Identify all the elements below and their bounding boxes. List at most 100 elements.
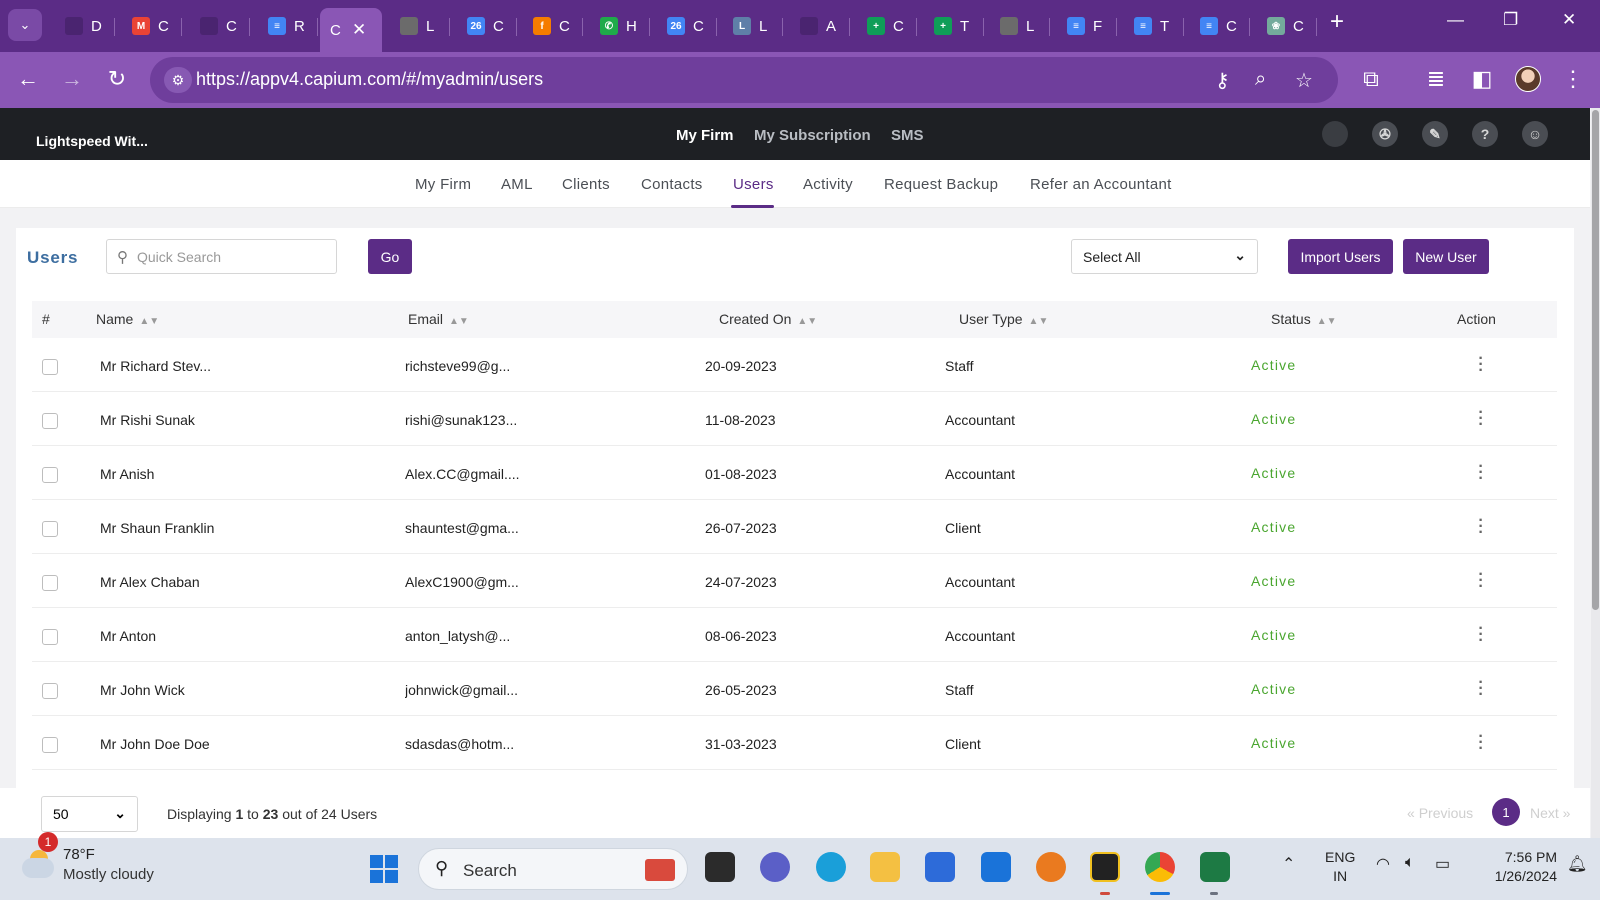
tab-refer-an-accountant[interactable]: Refer an Accountant <box>1030 176 1172 193</box>
sticky-notes-icon[interactable] <box>1090 852 1120 882</box>
row-checkbox[interactable] <box>42 413 58 429</box>
browser-tab[interactable]: L <box>390 8 450 44</box>
microsoft-store-icon[interactable] <box>925 852 955 882</box>
forward-arrow-icon[interactable]: → <box>58 66 86 92</box>
sort-icon[interactable]: ▲▼ <box>1029 316 1049 327</box>
row-checkbox[interactable] <box>42 359 58 375</box>
firm-name[interactable]: Lightspeed Wit... <box>36 133 148 149</box>
sort-icon[interactable]: ▲▼ <box>449 316 469 327</box>
weather-widget[interactable] <box>22 848 56 878</box>
row-action-menu-icon[interactable]: · · · <box>1476 621 1486 649</box>
browser-tab[interactable]: ≡ T <box>1124 8 1184 44</box>
column-created-on[interactable]: Created On ▲▼ <box>719 311 817 327</box>
mail-icon[interactable] <box>981 852 1011 882</box>
row-action-menu-icon[interactable]: · · · <box>1476 459 1486 487</box>
task-view-icon[interactable] <box>705 852 735 882</box>
table-row[interactable]: Mr Shaun Franklin shauntest@gma... 26-07-2… <box>32 500 1557 554</box>
page-size-select[interactable]: 50 ⌄ <box>41 796 138 832</box>
top-nav-sms[interactable]: SMS <box>891 127 924 144</box>
tab-users[interactable]: Users <box>733 176 774 193</box>
table-row[interactable]: Mr Anish Alex.CC@gmail.... 01-08-2023 Accou… <box>32 446 1557 500</box>
row-checkbox[interactable] <box>42 467 58 483</box>
row-checkbox[interactable] <box>42 575 58 591</box>
extensions-puzzle-icon[interactable]: ⧉ <box>1357 66 1385 92</box>
user-name[interactable]: Mr John Wick <box>100 682 320 698</box>
reload-icon[interactable]: ↻ <box>103 66 131 92</box>
language-indicator[interactable]: ENG IN <box>1325 848 1355 886</box>
row-checkbox[interactable] <box>42 629 58 645</box>
table-row[interactable]: Mr John Wick johnwick@gmail... 26-05-2023 S… <box>32 662 1557 716</box>
previous-page-link[interactable]: « Previous <box>1407 805 1473 821</box>
browser-tab[interactable]: ≡ F <box>1057 8 1117 44</box>
browser-tab[interactable]: 26 C <box>657 8 717 44</box>
top-nav-my-subscription[interactable]: My Subscription <box>754 127 871 144</box>
browser-tab[interactable]: C <box>190 8 250 44</box>
column-user-type[interactable]: User Type ▲▼ <box>959 311 1048 327</box>
teams-chat-icon[interactable] <box>760 852 790 882</box>
current-page-button[interactable]: 1 <box>1492 798 1520 826</box>
close-tab-icon[interactable]: ✕ <box>352 20 366 40</box>
minimize-icon[interactable]: — <box>1447 10 1464 30</box>
tab-my-firm[interactable]: My Firm <box>415 176 471 193</box>
user-profile-icon[interactable]: ☺ <box>1522 121 1548 147</box>
battery-icon[interactable]: ▭ <box>1435 854 1450 874</box>
key-icon[interactable]: ⚷ <box>1215 68 1230 93</box>
file-explorer-icon[interactable] <box>870 852 900 882</box>
table-row[interactable]: Mr Rishi Sunak rishi@sunak123... 11-08-202… <box>32 392 1557 446</box>
browser-tab[interactable]: MC <box>122 8 182 44</box>
column-status[interactable]: Status ▲▼ <box>1271 311 1337 327</box>
browser-tab[interactable]: A <box>790 8 850 44</box>
user-filter-select[interactable]: Select All ⌄ <box>1071 239 1258 274</box>
quick-search[interactable]: ⚲ <box>106 239 337 274</box>
weather-condition[interactable]: Mostly cloudy <box>63 866 154 883</box>
browser-tab[interactable]: fC <box>523 8 583 44</box>
side-panel-icon[interactable]: ◧ <box>1468 66 1496 92</box>
chrome-icon[interactable] <box>1145 852 1175 882</box>
tab-search-chevron-icon[interactable]: ⌄ <box>8 9 42 41</box>
tab-activity[interactable]: Activity <box>803 176 853 193</box>
chevron-up-icon[interactable]: ⌃ <box>1282 854 1295 874</box>
user-name[interactable]: Mr Anton <box>100 628 320 644</box>
table-row[interactable]: Mr Anton anton_latysh@... 08-06-2023 Accoun… <box>32 608 1557 662</box>
excel-icon[interactable] <box>1200 852 1230 882</box>
restore-icon[interactable]: ❐ <box>1503 10 1518 30</box>
search-input[interactable] <box>137 247 327 267</box>
bookmark-star-icon[interactable]: ☆ <box>1295 68 1313 93</box>
site-settings-icon[interactable]: ⚙ <box>164 67 192 93</box>
go-button[interactable]: Go <box>368 239 412 274</box>
tab-aml[interactable]: AML <box>501 176 533 193</box>
system-clock[interactable]: 7:56 PM 1/26/2024 <box>1475 848 1557 886</box>
zoom-icon[interactable]: ⌕ <box>1255 68 1266 91</box>
column-name[interactable]: Name ▲▼ <box>96 311 159 327</box>
top-nav-my-firm[interactable]: My Firm <box>676 127 734 144</box>
next-page-link[interactable]: Next » <box>1530 805 1570 821</box>
media-queue-icon[interactable]: ≣ <box>1422 66 1450 92</box>
user-name[interactable]: Mr Shaun Franklin <box>100 520 320 536</box>
row-action-menu-icon[interactable]: · · · <box>1476 351 1486 379</box>
tab-clients[interactable]: Clients <box>562 176 610 193</box>
row-checkbox[interactable] <box>42 683 58 699</box>
status-circle-icon[interactable] <box>1322 121 1348 147</box>
row-action-menu-icon[interactable]: · · · <box>1476 729 1486 757</box>
address-bar[interactable]: ⚙ https://appv4.capium.com/#/myadmin/use… <box>150 57 1338 103</box>
tab-contacts[interactable]: Contacts <box>641 176 703 193</box>
windows-start-icon[interactable] <box>370 855 398 883</box>
weather-temp[interactable]: 78°F <box>63 846 95 863</box>
browser-tab[interactable]: D <box>55 8 115 44</box>
browser-tab[interactable]: ✆ H <box>590 8 650 44</box>
row-checkbox[interactable] <box>42 521 58 537</box>
ticket-icon[interactable]: ✎ <box>1422 121 1448 147</box>
edge-icon[interactable] <box>816 852 846 882</box>
import-users-button[interactable]: Import Users <box>1288 239 1393 274</box>
tab-request-backup[interactable]: Request Backup <box>884 176 998 193</box>
browser-tab[interactable]: 26 C <box>457 8 517 44</box>
new-user-button[interactable]: New User <box>1403 239 1489 274</box>
sort-icon[interactable]: ▲▼ <box>797 316 817 327</box>
user-name[interactable]: Mr John Doe Doe <box>100 736 320 752</box>
volume-icon[interactable]: 🔈︎ <box>1405 854 1415 872</box>
row-action-menu-icon[interactable]: · · · <box>1476 405 1486 433</box>
table-row[interactable]: Mr Richard Stev... richsteve99@g... 20-09-… <box>32 338 1557 392</box>
page-scrollbar-thumb[interactable] <box>1592 110 1599 610</box>
row-action-menu-icon[interactable]: · · · <box>1476 513 1486 541</box>
browser-tab[interactable]: ≡ R <box>258 8 318 44</box>
